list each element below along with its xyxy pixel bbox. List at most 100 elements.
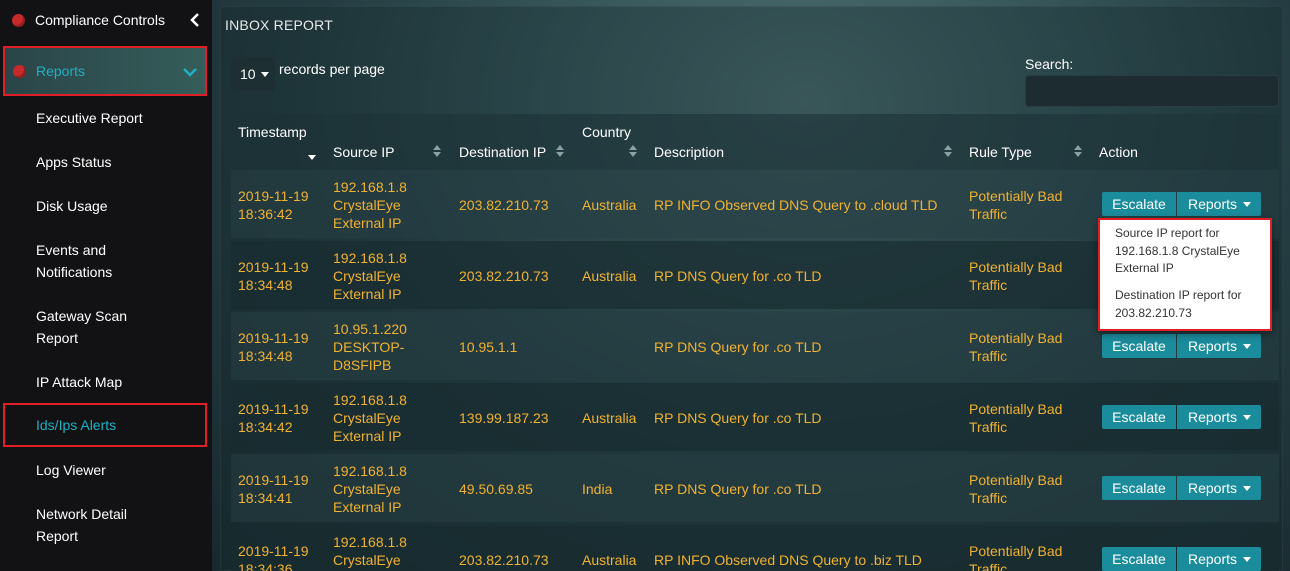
sort-icon[interactable] <box>944 145 952 157</box>
column-header-description[interactable]: Description <box>654 144 724 160</box>
cell-source-host: CrystalEye <box>333 552 401 568</box>
reports-button-label: Reports <box>1188 409 1238 425</box>
dropdown-item-line: External IP <box>1115 261 1174 275</box>
sort-icon[interactable] <box>1074 145 1082 157</box>
cell-source-ip: 10.95.1.220 <box>333 321 407 337</box>
cell-rule-type: Potentially Bad <box>969 543 1063 559</box>
cell-description: RP DNS Query for .co TLD <box>654 481 822 497</box>
column-header-source-ip[interactable]: Source IP <box>333 144 394 160</box>
cell-timestamp-time: 18:34:36 <box>238 561 293 571</box>
cell-description: RP DNS Query for .co TLD <box>654 268 822 284</box>
reports-dropdown-button[interactable]: Reports <box>1177 334 1261 358</box>
cell-country: Australia <box>582 268 637 284</box>
reports-button-label: Reports <box>1188 480 1238 496</box>
records-per-page-value: 10 <box>240 66 256 82</box>
cell-source-host: CrystalEye <box>333 268 401 284</box>
inbox-report-panel: INBOX REPORT 10 records per page Search:… <box>220 6 1283 571</box>
escalate-button[interactable]: Escalate <box>1102 476 1176 500</box>
cell-timestamp-date: 2019-11-19 <box>238 472 309 488</box>
cell-timestamp-time: 18:34:41 <box>238 490 293 506</box>
column-header-action: Action <box>1099 144 1138 160</box>
cell-rule-type: Traffic <box>969 348 1008 364</box>
escalate-button[interactable]: Escalate <box>1102 192 1176 216</box>
sidebar-item-reports[interactable]: Reports <box>3 46 207 96</box>
sidebar-item-compliance-controls[interactable]: Compliance Controls <box>0 0 212 40</box>
records-per-page-label: records per page <box>279 61 385 77</box>
cell-destination-ip: 203.82.210.73 <box>459 268 549 284</box>
cell-description: RP DNS Query for .co TLD <box>654 410 822 426</box>
cell-timestamp-date: 2019-11-19 <box>238 401 309 417</box>
chevron-left-icon[interactable] <box>190 13 200 27</box>
caret-down-icon <box>1243 415 1251 420</box>
escalate-button[interactable]: Escalate <box>1102 547 1176 571</box>
search-label: Search: <box>1025 56 1074 72</box>
cell-destination-ip: 203.82.210.73 <box>459 552 549 568</box>
cell-country: India <box>582 481 613 497</box>
reports-button-label: Reports <box>1188 196 1238 212</box>
escalate-button[interactable]: Escalate <box>1102 405 1176 429</box>
main-content: INBOX REPORT 10 records per page Search:… <box>212 0 1290 571</box>
cell-timestamp-date: 2019-11-19 <box>238 259 309 275</box>
column-header-rule-type[interactable]: Rule Type <box>969 144 1032 160</box>
sidebar-item-log-viewer[interactable]: Log Viewer <box>36 459 206 481</box>
dropdown-item-line: 192.168.1.8 CrystalEye <box>1115 243 1240 258</box>
reports-dropdown-button[interactable]: Reports <box>1177 476 1261 500</box>
sidebar-item-apps-status[interactable]: Apps Status <box>36 151 206 173</box>
caret-down-icon <box>1243 557 1251 562</box>
sidebar-item-gateway-scan-report[interactable]: Gateway Scan Report <box>36 305 136 349</box>
sidebar-item-disk-usage[interactable]: Disk Usage <box>36 195 206 217</box>
sort-icon[interactable] <box>556 145 564 157</box>
column-header-destination-ip[interactable]: Destination IP <box>459 144 546 160</box>
reports-button-label: Reports <box>1188 551 1238 567</box>
records-per-page-select[interactable]: 10 <box>231 57 275 91</box>
column-header-country[interactable]: Country <box>582 124 631 140</box>
reports-button-label: Reports <box>1188 338 1238 354</box>
cell-source-host: External IP <box>333 428 402 444</box>
reports-dropdown-button[interactable]: Reports <box>1177 192 1261 216</box>
section-bullet-icon <box>13 64 26 78</box>
sidebar-item-label: Reports <box>36 63 86 79</box>
cell-source-host: CrystalEye <box>333 481 401 497</box>
cell-description: RP INFO Observed DNS Query to .biz TLD <box>654 552 922 568</box>
cell-source-host: CrystalEye <box>333 410 401 426</box>
table-row: 2019-11-19 18:34:42 192.168.1.8 CrystalEye E… <box>231 383 1279 451</box>
escalate-button[interactable]: Escalate <box>1102 334 1176 358</box>
reports-dropdown-menu: Source IP report for 192.168.1.8 Crystal… <box>1098 218 1272 331</box>
cell-timestamp-time: 18:36:42 <box>238 206 293 222</box>
cell-timestamp-date: 2019-11-19 <box>238 188 309 204</box>
cell-rule-type: Traffic <box>969 277 1008 293</box>
cell-destination-ip: 10.95.1.1 <box>459 339 518 355</box>
cell-description: RP DNS Query for .co TLD <box>654 339 822 355</box>
column-header-timestamp[interactable]: Timestamp <box>238 124 307 140</box>
sidebar-item-executive-report[interactable]: Executive Report <box>36 107 206 129</box>
dropdown-item-line: Destination IP report for <box>1115 288 1242 302</box>
cell-source-ip: 192.168.1.8 <box>333 463 407 479</box>
table-row: 2019-11-19 18:34:41 192.168.1.8 CrystalEye E… <box>231 454 1279 522</box>
reports-dropdown-button[interactable]: Reports <box>1177 547 1261 571</box>
caret-down-icon <box>261 72 269 77</box>
cell-rule-type: Potentially Bad <box>969 188 1063 204</box>
cell-timestamp-date: 2019-11-19 <box>238 330 309 346</box>
caret-down-icon <box>1243 202 1251 207</box>
sidebar-item-ids-ips-alerts[interactable]: Ids/Ips Alerts <box>3 403 207 447</box>
dropdown-item-line: Source IP report for <box>1115 226 1220 240</box>
sidebar-item-network-detail-report[interactable]: Network Detail Report <box>36 503 136 547</box>
sidebar-item-label: Compliance Controls <box>35 12 165 28</box>
page-title: INBOX REPORT <box>225 17 333 33</box>
sort-icon[interactable] <box>629 145 637 157</box>
cell-source-host: External IP <box>333 215 402 231</box>
table-header: Timestamp Source IP Destination IP Count… <box>231 114 1279 170</box>
sort-desc-icon[interactable] <box>308 151 316 163</box>
cell-source-host: DESKTOP- <box>333 339 405 355</box>
cell-source-ip: 192.168.1.8 <box>333 534 407 550</box>
cell-rule-type: Potentially Bad <box>969 330 1063 346</box>
sidebar-item-ip-attack-map[interactable]: IP Attack Map <box>36 371 206 393</box>
search-input[interactable] <box>1025 75 1279 107</box>
cell-rule-type: Traffic <box>969 206 1008 222</box>
section-bullet-icon <box>12 13 25 27</box>
sidebar-item-events-notifications[interactable]: Events and Notifications <box>36 239 126 283</box>
reports-dropdown-button[interactable]: Reports <box>1177 405 1261 429</box>
sort-icon[interactable] <box>433 145 441 157</box>
cell-source-host: External IP <box>333 499 402 515</box>
cell-destination-ip: 49.50.69.85 <box>459 481 533 497</box>
